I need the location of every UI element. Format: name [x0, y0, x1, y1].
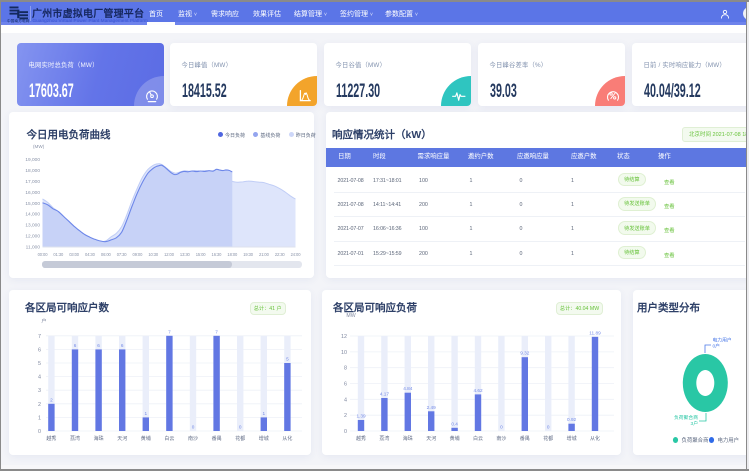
svg-text:0: 0 — [344, 429, 347, 435]
svg-text:6: 6 — [121, 343, 124, 348]
svg-text:7: 7 — [215, 329, 218, 334]
svg-text:2: 2 — [344, 413, 347, 419]
svg-text:6: 6 — [74, 343, 77, 348]
svg-text:15:00: 15:00 — [196, 252, 207, 257]
svg-text:天河: 天河 — [426, 435, 436, 442]
svg-text:11.89: 11.89 — [589, 330, 601, 335]
svg-text:MW: MW — [346, 313, 355, 319]
svg-text:2: 2 — [50, 397, 53, 402]
svg-text:12:00: 12:00 — [164, 252, 175, 257]
svg-text:01:30: 01:30 — [53, 252, 64, 257]
svg-text:5: 5 — [286, 357, 289, 362]
svg-text:6: 6 — [97, 343, 100, 348]
svg-text:4.84: 4.84 — [403, 386, 413, 391]
svg-text:2.49: 2.49 — [427, 405, 437, 410]
svg-text:黄埔: 黄埔 — [450, 435, 460, 442]
svg-text:07:30: 07:30 — [117, 252, 128, 257]
svg-text:6: 6 — [344, 382, 347, 388]
svg-text:19,000: 19,000 — [25, 157, 40, 163]
svg-text:13:30: 13:30 — [180, 252, 191, 257]
svg-text:0.92: 0.92 — [567, 417, 577, 422]
svg-text:从化: 从化 — [590, 435, 600, 442]
svg-text:4: 4 — [344, 397, 347, 403]
svg-text:1.39: 1.39 — [356, 414, 366, 419]
svg-text:增城: 增城 — [567, 435, 577, 442]
svg-text:11,000: 11,000 — [26, 245, 41, 251]
svg-text:13,000: 13,000 — [25, 223, 40, 229]
svg-text:南沙: 南沙 — [188, 435, 198, 442]
svg-text:00:00: 00:00 — [38, 252, 49, 257]
svg-text:0: 0 — [547, 425, 550, 430]
svg-text:4.62: 4.62 — [473, 388, 483, 393]
svg-text:天河: 天河 — [117, 435, 127, 442]
svg-text:1: 1 — [38, 415, 41, 421]
svg-text:增城: 增城 — [259, 435, 269, 442]
svg-text:海珠: 海珠 — [403, 435, 413, 442]
svg-text:14,000: 14,000 — [25, 212, 40, 218]
svg-text:10: 10 — [341, 350, 347, 356]
svg-text:荔湾: 荔湾 — [379, 435, 389, 442]
svg-text:18,000: 18,000 — [25, 168, 40, 174]
svg-text:7: 7 — [168, 329, 171, 334]
svg-text:4: 4 — [38, 375, 41, 381]
svg-text:0: 0 — [239, 425, 242, 430]
svg-text:负荷聚合商: 负荷聚合商 — [674, 414, 698, 421]
svg-text:24:00: 24:00 — [291, 252, 302, 257]
svg-text:1: 1 — [262, 411, 265, 416]
svg-text:1: 1 — [144, 411, 147, 416]
svg-text:0.4: 0.4 — [451, 421, 458, 426]
svg-text:18:00: 18:00 — [227, 252, 238, 257]
svg-text:0: 0 — [192, 425, 195, 430]
svg-text:花都: 花都 — [235, 435, 245, 442]
svg-text:负荷聚合商: 负荷聚合商 — [682, 436, 710, 444]
svg-text:16:30: 16:30 — [212, 252, 223, 257]
svg-text:6: 6 — [38, 347, 41, 353]
svg-text:09:00: 09:00 — [133, 252, 144, 257]
svg-text:南沙: 南沙 — [496, 435, 506, 442]
svg-text:06:00: 06:00 — [101, 252, 112, 257]
svg-text:户: 户 — [41, 317, 46, 325]
svg-text:番禺: 番禺 — [520, 435, 530, 442]
svg-text:21:00: 21:00 — [259, 252, 270, 257]
svg-text:19:30: 19:30 — [243, 252, 254, 257]
svg-text:越秀: 越秀 — [356, 435, 366, 442]
svg-text:花都: 花都 — [543, 435, 553, 442]
svg-text:0: 0 — [38, 429, 41, 435]
svg-text:电力用户: 电力用户 — [718, 436, 740, 444]
svg-text:从化: 从化 — [282, 435, 292, 442]
svg-text:荔湾: 荔湾 — [70, 435, 80, 442]
svg-text:3户: 3户 — [691, 420, 699, 427]
svg-text:15,000: 15,000 — [25, 201, 40, 207]
svg-text:电力用户: 电力用户 — [713, 337, 732, 344]
svg-text:8: 8 — [344, 366, 347, 372]
svg-text:0: 0 — [500, 425, 503, 430]
svg-text:7: 7 — [38, 334, 41, 340]
svg-text:04:30: 04:30 — [85, 252, 96, 257]
svg-text:12,000: 12,000 — [25, 234, 40, 240]
svg-text:白云: 白云 — [473, 435, 483, 442]
svg-text:16,000: 16,000 — [25, 190, 40, 196]
svg-text:5: 5 — [38, 361, 41, 367]
svg-text:10:30: 10:30 — [148, 252, 159, 257]
svg-text:海珠: 海珠 — [94, 435, 104, 442]
svg-text:0户: 0户 — [713, 343, 721, 350]
svg-text:白云: 白云 — [164, 435, 174, 442]
svg-text:2: 2 — [38, 402, 41, 408]
svg-text:03:00: 03:00 — [69, 252, 80, 257]
svg-text:9.32: 9.32 — [520, 351, 530, 356]
svg-text:黄埔: 黄埔 — [141, 435, 151, 442]
svg-text:番禺: 番禺 — [212, 435, 222, 442]
svg-text:12: 12 — [341, 334, 347, 340]
svg-text:3: 3 — [38, 388, 41, 394]
svg-text:17,000: 17,000 — [25, 179, 40, 185]
svg-text:22:30: 22:30 — [275, 252, 286, 257]
svg-text:4.17: 4.17 — [380, 392, 390, 397]
svg-text:越秀: 越秀 — [46, 435, 56, 442]
